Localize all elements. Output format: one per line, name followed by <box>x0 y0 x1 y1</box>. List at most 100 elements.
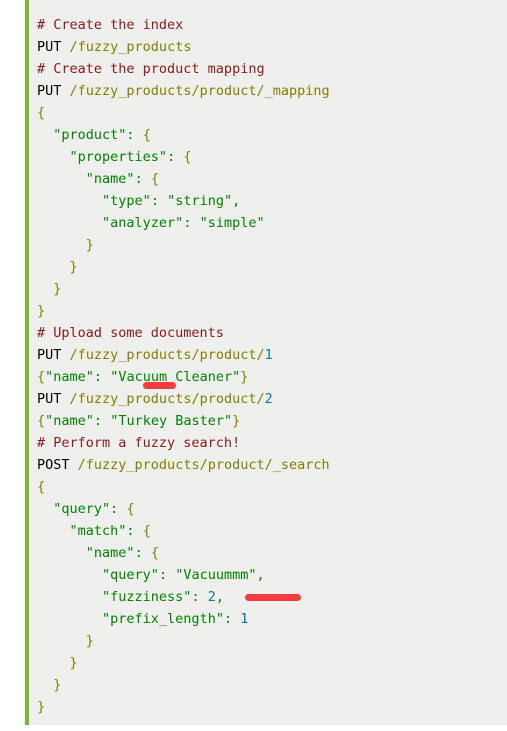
brace-open: { <box>37 413 46 429</box>
brace-close: } <box>85 633 94 649</box>
json-value-simple: "simple" <box>199 215 265 231</box>
http-verb-put: PUT <box>37 347 62 363</box>
json-value-vacuummm: "Vacuummm" <box>175 567 257 583</box>
code-line-30: } <box>37 652 507 674</box>
json-key-prefix-length: "prefix_length" <box>102 611 224 627</box>
brace-open: { <box>142 127 151 143</box>
json-key-name: "name" <box>45 369 94 385</box>
code-line-26: "query": "Vacuummm", <box>37 564 507 586</box>
json-value-turkey-baster: "Turkey Baster" <box>110 413 233 429</box>
path-mapping: /fuzzy_products/product/_mapping <box>69 83 330 99</box>
brace-open: { <box>37 105 46 121</box>
json-colon: : <box>183 215 200 231</box>
code-line-1: # Create the index <box>37 14 507 36</box>
json-colon: : <box>191 589 208 605</box>
json-colon: : <box>110 501 127 517</box>
json-colon: : <box>126 523 143 539</box>
json-colon: : <box>167 149 184 165</box>
code-line-5: { <box>37 102 507 124</box>
path-doc-2: /fuzzy_products/product/ <box>69 391 265 407</box>
brace-close: } <box>69 655 78 671</box>
comment-fuzzy-search: # Perform a fuzzy search! <box>37 435 241 451</box>
json-key-query: "query" <box>53 501 111 517</box>
json-value-fuzziness: 2 <box>207 589 216 605</box>
code-line-10: "analyzer": "simple" <box>37 212 507 234</box>
code-line-4: PUT /fuzzy_products/product/_mapping <box>37 80 507 102</box>
code-line-32: } <box>37 696 507 718</box>
json-key-properties: "properties" <box>69 149 168 165</box>
json-value-string: "string" <box>167 193 233 209</box>
brace-close: } <box>240 369 249 385</box>
brace-close: } <box>53 281 62 297</box>
json-key-type: "type" <box>102 193 151 209</box>
code-line-14: } <box>37 300 507 322</box>
json-colon: : <box>150 193 168 209</box>
json-key-analyzer: "analyzer" <box>102 215 184 231</box>
json-comma: , <box>232 193 241 209</box>
http-verb-put: PUT <box>37 39 62 55</box>
code-line-8: "name": { <box>37 168 507 190</box>
code-line-6: "product": { <box>37 124 507 146</box>
code-block-panel[interactable]: # Create the index PUT /fuzzy_products # C… <box>25 0 507 725</box>
path-doc-1: /fuzzy_products/product/ <box>69 347 265 363</box>
code-line-12: } <box>37 256 507 278</box>
code-line-15: # Upload some documents <box>37 322 507 344</box>
brace-open: { <box>126 501 135 517</box>
code-line-22: { <box>37 476 507 498</box>
json-colon: : <box>93 369 111 385</box>
brace-open: { <box>150 545 159 561</box>
code-line-31: } <box>37 674 507 696</box>
json-colon: : <box>93 413 111 429</box>
comment-create-index: # Create the index <box>37 17 184 33</box>
brace-open: { <box>37 369 46 385</box>
json-key-product: "product" <box>53 127 127 143</box>
code-line-18: PUT /fuzzy_products/product/2 <box>37 388 507 410</box>
code-line-9: "type": "string", <box>37 190 507 212</box>
code-line-19: {"name": "Turkey Baster"} <box>37 410 507 432</box>
doc-id-2: 2 <box>264 391 273 407</box>
json-key-fuzziness: "fuzziness" <box>102 589 192 605</box>
json-key-match: "match" <box>69 523 127 539</box>
code-line-20: # Perform a fuzzy search! <box>37 432 507 454</box>
json-key-query: "query" <box>102 567 159 583</box>
json-colon: : <box>134 545 151 561</box>
code-line-24: "match": { <box>37 520 507 542</box>
json-colon: : <box>223 611 241 627</box>
code-content[interactable]: # Create the index PUT /fuzzy_products # C… <box>37 14 507 718</box>
json-value-prefix-length: 1 <box>240 611 249 627</box>
code-line-7: "properties": { <box>37 146 507 168</box>
http-verb-put: PUT <box>37 391 62 407</box>
doc-id-1: 1 <box>264 347 273 363</box>
code-line-3: # Create the product mapping <box>37 58 507 80</box>
json-key-name: "name" <box>85 545 135 561</box>
json-colon: : <box>158 567 176 583</box>
json-key-name: "name" <box>45 413 94 429</box>
comment-upload-documents: # Upload some documents <box>37 325 224 341</box>
path-search: /fuzzy_products/product/_search <box>77 457 330 473</box>
brace-open: { <box>150 171 159 187</box>
code-line-28: "prefix_length": 1 <box>37 608 507 630</box>
http-verb-put: PUT <box>37 83 62 99</box>
json-comma: , <box>256 567 265 583</box>
brace-close: } <box>37 699 46 715</box>
json-key-name: "name" <box>85 171 135 187</box>
annotation-underline-vacuum <box>143 382 176 389</box>
path-index: /fuzzy_products <box>69 39 192 55</box>
code-line-23: "query": { <box>37 498 507 520</box>
brace-close: } <box>85 237 94 253</box>
brace-open: { <box>142 523 151 539</box>
code-scroll-area[interactable]: # Create the index PUT /fuzzy_products # C… <box>29 0 507 718</box>
code-line-2: PUT /fuzzy_products <box>37 36 507 58</box>
code-line-21: POST /fuzzy_products/product/_search <box>37 454 507 476</box>
code-line-16: PUT /fuzzy_products/product/1 <box>37 344 507 366</box>
brace-open: { <box>183 149 192 165</box>
annotation-underline-fuzziness <box>245 594 301 601</box>
code-line-11: } <box>37 234 507 256</box>
brace-open: { <box>37 479 46 495</box>
json-comma: , <box>215 589 224 605</box>
code-line-13: } <box>37 278 507 300</box>
code-line-29: } <box>37 630 507 652</box>
code-line-25: "name": { <box>37 542 507 564</box>
brace-close: } <box>232 413 241 429</box>
code-line-17: {"name": "Vacuum Cleaner"} <box>37 366 507 388</box>
